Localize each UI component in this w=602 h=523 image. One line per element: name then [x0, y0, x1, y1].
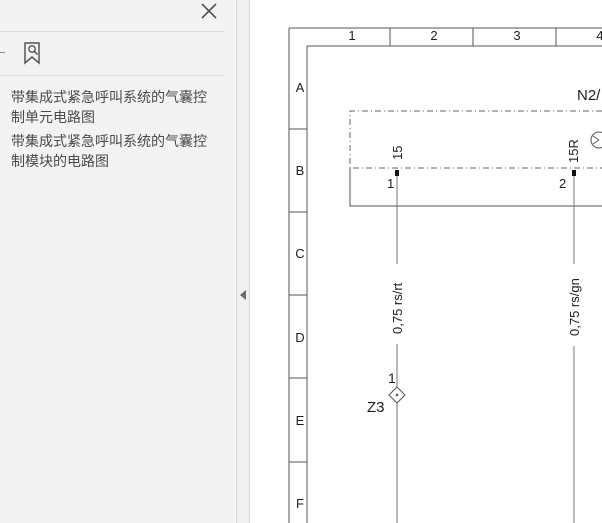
row-label: E: [296, 413, 305, 428]
wire-label: 0,75 rs/rt: [390, 282, 405, 334]
close-icon: [201, 3, 217, 19]
pin-name: 15R: [566, 139, 581, 163]
column-label: 4: [596, 28, 602, 43]
pin-number: 2: [559, 176, 566, 191]
row-label: C: [295, 246, 304, 261]
component-label: N2/: [577, 87, 601, 104]
circuit-diagram: 1 2 3 4 A B C D E F N2/ 15 1 15R 2 0,75 …: [288, 27, 602, 523]
component-boundary: [349, 110, 602, 169]
transistor-symbol: [590, 131, 602, 149]
column-label: 2: [430, 28, 437, 43]
document-page: 1 2 3 4 A B C D E F N2/ 15 1 15R 2 0,75 …: [250, 0, 602, 523]
pin-marker: [395, 170, 399, 176]
row-label: D: [295, 330, 304, 345]
pin-name: 15: [390, 146, 405, 160]
bookmark-search-icon: [24, 42, 40, 65]
panel-splitter[interactable]: [237, 0, 250, 523]
transistor-symbol: [592, 135, 600, 141]
row-label: F: [296, 496, 304, 511]
row-label: B: [296, 163, 305, 178]
toolbar-separator: [0, 52, 5, 53]
bookmarks-panel: 带集成式紧急呼叫系统的气囊控制单元电路图 带集成式紧急呼叫系统的气囊控制模块的电…: [0, 0, 237, 523]
transistor-symbol: [592, 139, 600, 145]
bookmark-item[interactable]: 带集成式紧急呼叫系统的气囊控制单元电路图: [0, 88, 224, 128]
bookmark-search-button[interactable]: [21, 40, 45, 66]
collapse-left-arrow-icon[interactable]: [240, 290, 246, 300]
row-label: A: [296, 80, 305, 95]
wire-label: 0,75 rs/gn: [567, 278, 582, 336]
close-panel-button[interactable]: [196, 0, 222, 22]
column-label: 1: [348, 28, 355, 43]
pin-number: 1: [387, 176, 394, 191]
bookmark-list: 带集成式紧急呼叫系统的气囊控制单元电路图 带集成式紧急呼叫系统的气囊控制模块的电…: [0, 88, 224, 176]
pin-marker: [572, 170, 576, 176]
connector-pin-label: 1: [388, 370, 396, 386]
panel-divider: [0, 31, 224, 32]
bookmark-item[interactable]: 带集成式紧急呼叫系统的气囊控制模块的电路图: [0, 132, 224, 172]
panel-divider: [0, 75, 224, 76]
column-label: 3: [513, 28, 520, 43]
connector-symbol: [395, 393, 399, 397]
connector-label: Z3: [367, 399, 385, 416]
